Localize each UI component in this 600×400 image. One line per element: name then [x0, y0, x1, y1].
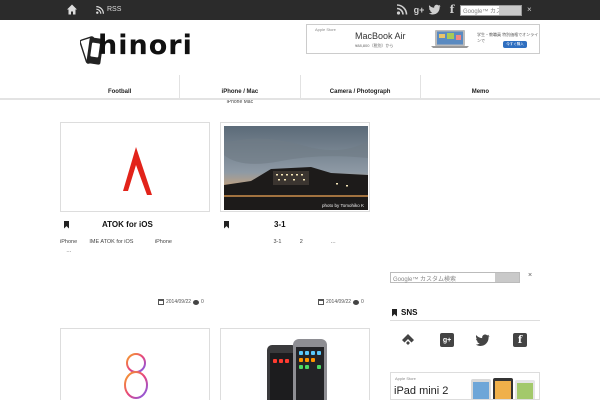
header-ad-banner[interactable]: Apple Store MacBook Air ¥88,800（税別）から 学生… — [306, 24, 540, 54]
ad-brand: Apple Store — [315, 27, 336, 32]
nav-item-football[interactable]: Football — [60, 75, 179, 99]
ad-buy-button[interactable]: 今すぐ購入 — [503, 41, 527, 48]
facebook-icon[interactable]: f — [513, 333, 527, 347]
topbar-search-clear[interactable]: × — [527, 4, 532, 16]
feedly-icon[interactable] — [401, 333, 415, 347]
sns-divider — [390, 320, 540, 321]
nav-label: iPhone / Mac — [221, 89, 259, 95]
nav-label: Football — [107, 89, 132, 95]
post-excerpt: 3-1 2 … — [220, 239, 336, 245]
bookmark-icon — [224, 220, 229, 229]
side-ad-title: iPad mini 2 — [394, 385, 449, 397]
comment-count[interactable]: 0 — [361, 299, 364, 305]
bookmark-icon — [64, 220, 69, 229]
topbar-search-placeholder: Google™ カス — [463, 9, 503, 15]
ipad-image — [471, 378, 535, 399]
post-title[interactable]: 3-1 — [274, 220, 286, 229]
google-plus-icon[interactable]: g+ — [413, 3, 425, 16]
topbar-search-input[interactable]: Google™ カス — [460, 5, 522, 16]
sidebar-search-input[interactable]: Google™ カスタム検索 — [390, 272, 520, 283]
comment-count[interactable]: 0 — [201, 299, 204, 305]
rss-feed-icon[interactable] — [396, 3, 408, 16]
nav-item-iphone-mac[interactable]: iPhone / Mac iPhone Mac — [179, 75, 299, 105]
iphone6-photo — [267, 339, 327, 400]
atok-logo-icon — [123, 147, 152, 195]
post-meta: 2014/09/22 0 — [158, 299, 204, 305]
post-date: 2014/09/22 — [326, 299, 352, 305]
calendar-icon — [158, 299, 164, 305]
main-nav: Football iPhone / Mac iPhone Mac Camera … — [60, 75, 540, 105]
google-plus-icon[interactable]: g+ — [440, 333, 454, 347]
comment-icon — [353, 299, 360, 305]
sns-title: SNS — [401, 308, 418, 317]
sidebar-search-button[interactable] — [495, 273, 519, 282]
nav-item-camera-photograph[interactable]: Camera / Photograph — [299, 75, 420, 99]
nav-label: Camera / Photograph — [329, 89, 391, 95]
ad-price: ¥88,800（税別）から — [355, 43, 394, 48]
nav-label: Memo — [471, 89, 490, 95]
rss-label: RSS — [107, 6, 122, 13]
photo-watermark: photo by Tomohiko K — [322, 203, 364, 208]
post-thumbnail-atok[interactable] — [60, 122, 210, 212]
ad-title: MacBook Air — [355, 31, 406, 41]
macbook-image — [431, 30, 469, 48]
post-thumbnail-ios8[interactable] — [60, 328, 210, 400]
post-title-row: 3-1 — [224, 220, 286, 229]
post-date: 2014/09/22 — [166, 299, 192, 305]
comment-icon — [193, 299, 200, 305]
side-ad-brand: Apple Store — [395, 376, 416, 381]
post-excerpt: iPhone IME ATOK for iOS iPhone … — [60, 239, 172, 254]
facebook-icon[interactable]: f — [446, 3, 458, 16]
sidebar-search-clear[interactable]: × — [528, 272, 532, 279]
rss-link[interactable]: RSS — [96, 4, 121, 16]
top-bar: RSS g+ f Google™ カス × — [0, 0, 600, 20]
rss-icon — [96, 6, 104, 14]
post-title[interactable]: ATOK for iOS — [102, 220, 153, 229]
post-thumbnail-stadium[interactable]: photo by Tomohiko K — [220, 122, 370, 212]
twitter-icon[interactable] — [476, 333, 490, 347]
post-meta: 2014/09/22 0 — [318, 299, 364, 305]
topbar-search-button[interactable] — [499, 6, 521, 15]
sidebar-ad-banner[interactable]: Apple Store iPad mini 2 — [390, 372, 540, 400]
twitter-icon[interactable] — [429, 3, 441, 16]
sidebar-search-placeholder: Google™ カスタム検索 — [393, 277, 457, 283]
logo-text: hinori — [98, 30, 193, 61]
nav-item-memo[interactable]: Memo — [419, 75, 540, 99]
ios8-logo-icon — [124, 353, 148, 399]
post-title-row: ATOK for iOS — [64, 220, 153, 229]
nav-divider — [0, 98, 600, 100]
bookmark-icon — [392, 308, 397, 317]
calendar-icon — [318, 299, 324, 305]
home-icon[interactable] — [66, 3, 78, 16]
sns-heading: SNS — [392, 308, 417, 317]
stadium-photo — [224, 126, 368, 210]
post-thumbnail-iphone6[interactable] — [220, 328, 370, 400]
